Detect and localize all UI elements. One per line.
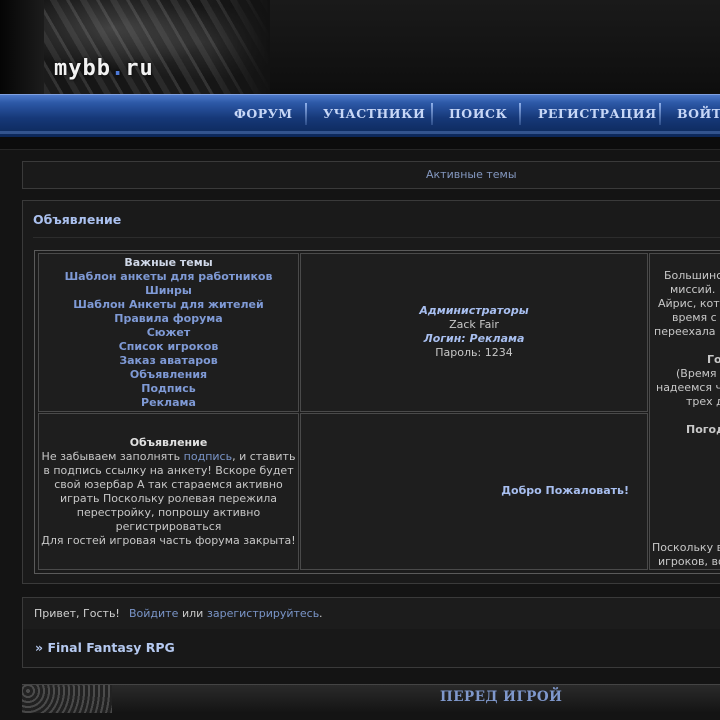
notice-title: Объявление (129, 436, 208, 449)
admin-password: Пароль: 1234 (435, 346, 513, 359)
story-line: Айрис, кот (658, 297, 720, 310)
story-line: переехала р (654, 325, 720, 339)
notice-line: Для гостей игровая часть форума закрыта! (41, 534, 296, 547)
topic-link[interactable]: Заказ аватаров (39, 354, 298, 368)
site-logo[interactable]: mybb.ru (54, 56, 154, 81)
signature-link[interactable]: подпись (184, 450, 232, 463)
forum-title[interactable]: » Final Fantasy RPG (35, 640, 175, 655)
topic-link[interactable]: Подпись (39, 382, 298, 396)
nav-login[interactable]: ВОЙТИ (677, 106, 720, 121)
topic-link[interactable]: Объявления (39, 368, 298, 382)
active-topics-link[interactable]: Активные темы (426, 168, 517, 181)
topic-link[interactable]: Шаблон анкеты для работников (39, 270, 298, 284)
announcement-table: Важные темы Шаблон анкеты для работников… (34, 250, 720, 574)
notice-cell: Объявление Не забываем заполнять подпись… (38, 413, 299, 570)
story-line: игроков, во (658, 555, 720, 568)
category-header: ПЕРЕД ИГРОЙ (22, 684, 720, 713)
nav-separator (659, 103, 661, 125)
story-line: (Время (676, 367, 717, 380)
topic-link[interactable]: Правила форума (39, 312, 298, 326)
nav-forum[interactable]: ФОРУМ (234, 106, 293, 121)
topic-link[interactable]: Сюжет (39, 326, 298, 340)
nav-members[interactable]: УЧАСТНИКИ (323, 106, 425, 121)
important-topics-cell: Важные темы Шаблон анкеты для работников… (38, 253, 299, 412)
story-line: Погод (686, 423, 720, 436)
notice-line: перестройку, попрошу активно (76, 506, 261, 519)
story-line: трех д (686, 395, 720, 408)
notice-line: в подпись ссылку на анкету! Вскоре будет (43, 464, 294, 477)
category-title[interactable]: ПЕРЕД ИГРОЙ (440, 689, 562, 705)
admins-title: Администраторы (419, 304, 529, 317)
decorative-pattern (22, 685, 112, 713)
admin-name: Zack Fair (449, 318, 499, 331)
welcome-text: Добро Пожаловать! (501, 484, 629, 497)
story-line: надеемся ч (656, 381, 720, 394)
nav-register[interactable]: РЕГИСТРАЦИЯ (538, 106, 657, 121)
register-link[interactable]: зарегистрируйтесь (207, 607, 319, 620)
login-link[interactable]: Войдите (129, 607, 178, 620)
topic-link[interactable]: Шинры (39, 284, 298, 298)
nav-separator (519, 103, 521, 125)
admins-cell: Администраторы Zack Fair Логин: Реклама … (300, 253, 648, 412)
topic-link[interactable]: Шаблон Анкеты для жителей (39, 298, 298, 312)
story-line: Большинс (664, 269, 720, 282)
story-line: время с (672, 311, 717, 324)
story-cell: Большинс миссий. Айрис, кот время с пере… (649, 253, 720, 570)
nav-separator (305, 103, 307, 125)
topic-link[interactable]: Реклама (39, 396, 298, 410)
greeting-dot: . (319, 607, 323, 620)
site-header: mybb.ru (0, 0, 720, 94)
breadcrumb: » Final Fantasy RPG (22, 629, 720, 668)
nav-separator (431, 103, 433, 125)
important-topics-title: Важные темы (124, 256, 213, 269)
notice-line: регистрироваться (115, 520, 222, 533)
notice-line: свой юзербар А так стараемся активно (54, 478, 283, 491)
welcome-cell: Добро Пожаловать! (300, 413, 648, 570)
main-nav: ФОРУМ УЧАСТНИКИ ПОИСК РЕГИСТРАЦИЯ ВОЙТИ (0, 94, 720, 138)
greeting-text: Привет, Гость! (34, 607, 120, 620)
header-edge (0, 0, 44, 94)
notice-line: Не забываем заполнять подпись, и ставить (41, 450, 296, 463)
nav-underline (0, 137, 720, 150)
story-line: Го (707, 353, 720, 366)
nav-search[interactable]: ПОИСК (449, 106, 507, 121)
story-line: миссий. (670, 283, 716, 296)
divider (33, 237, 720, 238)
topic-link[interactable]: Список игроков (39, 340, 298, 354)
story-line: Поскольку в (652, 541, 720, 554)
guest-greeting-bar: Привет, Гость! Войдите или зарегистрируй… (22, 597, 720, 631)
announcement-title: Объявление (33, 212, 122, 227)
active-topics-bar: Активные темы (22, 161, 720, 189)
notice-line: играть Поскольку ролевая пережила (59, 492, 277, 505)
admin-login: Логин: Реклама (423, 332, 525, 345)
greeting-or: или (182, 607, 204, 620)
